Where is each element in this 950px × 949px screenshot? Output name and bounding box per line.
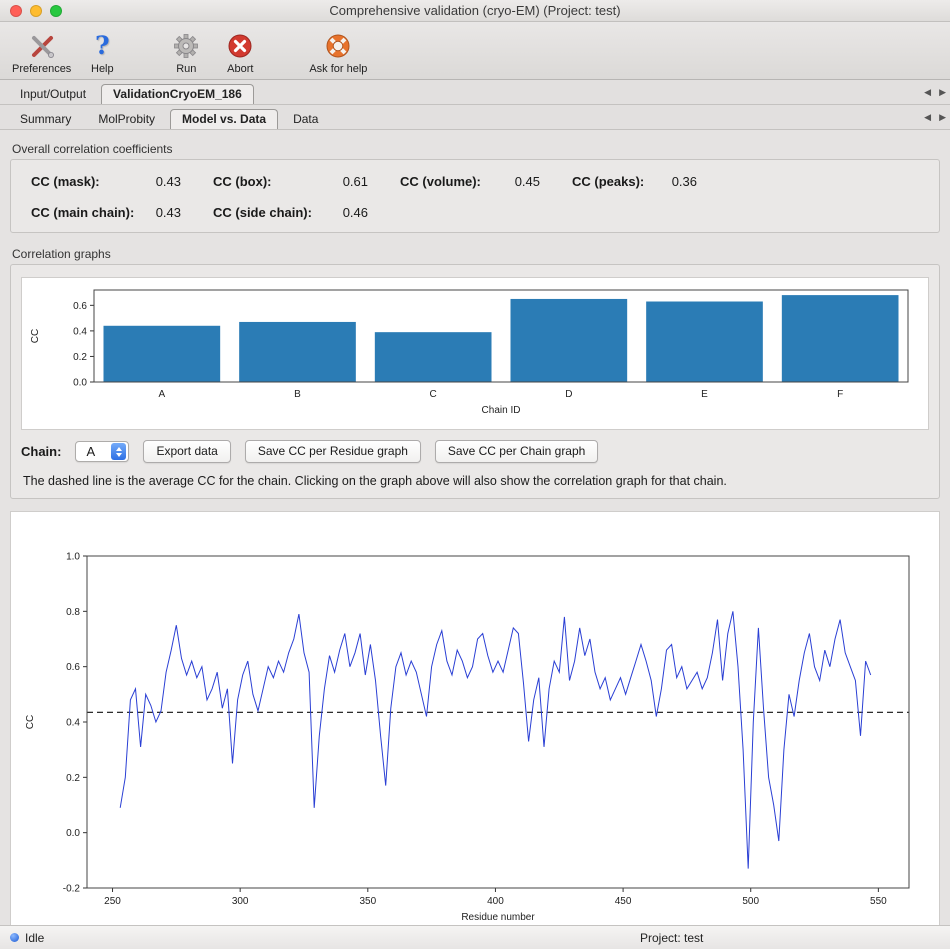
tab-data[interactable]: Data xyxy=(281,109,330,129)
coefficients-groupbox: CC (mask): 0.43 CC (box): 0.61 CC (volum… xyxy=(10,159,940,233)
secondary-tab-nav: ◀▶ xyxy=(924,112,946,123)
save-cc-residue-graph-button[interactable]: Save CC per Residue graph xyxy=(245,440,421,463)
cc-main-chain: CC (main chain): 0.43 xyxy=(31,205,181,220)
graphs-section-title: Correlation graphs xyxy=(12,247,938,261)
run-button[interactable]: Run xyxy=(159,31,213,75)
cc-per-chain-chart-panel: 0.0 0.2 0.4 0.6 A B C D E F Chain ID CC xyxy=(21,277,929,430)
cc-volume: CC (volume): 0.45 xyxy=(400,174,540,189)
status-bar: Idle Project: test xyxy=(0,925,950,949)
toolbar-item-label: Ask for help xyxy=(309,63,367,75)
chain-controls: Chain: A Export data Save CC per Residue… xyxy=(21,440,929,463)
title-bar: Comprehensive validation (cryo-EM) (Proj… xyxy=(0,0,950,22)
svg-text:Residue number: Residue number xyxy=(461,912,535,923)
project-label: Project: test xyxy=(640,931,703,945)
lifebuoy-icon xyxy=(324,31,352,61)
cc-mask: CC (mask): 0.43 xyxy=(31,174,181,189)
minimize-window-button[interactable] xyxy=(30,5,42,17)
preferences-tools-icon xyxy=(28,31,56,61)
svg-text:1.0: 1.0 xyxy=(66,552,80,563)
chain-select-value: A xyxy=(86,444,95,459)
tab-summary[interactable]: Summary xyxy=(8,109,83,129)
status-text: Idle xyxy=(25,931,44,945)
zoom-window-button[interactable] xyxy=(50,5,62,17)
tab-model-vs-data[interactable]: Model vs. Data xyxy=(170,109,278,129)
tab-scroll-left-icon[interactable]: ◀ xyxy=(924,112,931,123)
dashed-line-note: The dashed line is the average CC for th… xyxy=(23,474,927,488)
window-title: Comprehensive validation (cryo-EM) (Proj… xyxy=(329,3,620,18)
export-data-button[interactable]: Export data xyxy=(143,440,230,463)
svg-text:350: 350 xyxy=(359,896,376,907)
svg-text:300: 300 xyxy=(232,896,249,907)
primary-tab-nav: ◀▶ xyxy=(924,87,946,98)
svg-text:0.2: 0.2 xyxy=(66,773,80,784)
app-window: { "window": { "title": "Comprehensive va… xyxy=(0,0,950,949)
svg-text:0.6: 0.6 xyxy=(73,301,87,312)
toolbar: Preferences ? Help Run xyxy=(0,22,950,80)
svg-text:0.4: 0.4 xyxy=(73,326,87,337)
tab-molprobity[interactable]: MolProbity xyxy=(86,109,167,129)
svg-text:CC: CC xyxy=(25,715,36,729)
cc-side-chain: CC (side chain): 0.46 xyxy=(213,205,368,220)
svg-text:A: A xyxy=(158,389,165,400)
select-stepper-icon xyxy=(111,443,126,460)
svg-text:-0.2: -0.2 xyxy=(63,884,81,895)
tab-scroll-left-icon[interactable]: ◀ xyxy=(924,87,931,98)
svg-text:0.8: 0.8 xyxy=(66,607,80,618)
help-question-icon: ? xyxy=(95,31,110,61)
toolbar-item-label: Help xyxy=(91,63,114,75)
svg-text:0.0: 0.0 xyxy=(66,828,80,839)
close-window-button[interactable] xyxy=(10,5,22,17)
toolbar-item-label: Preferences xyxy=(12,63,71,75)
svg-text:0.0: 0.0 xyxy=(73,378,87,389)
toolbar-item-label: Run xyxy=(176,63,196,75)
svg-text:0.6: 0.6 xyxy=(66,662,80,673)
preferences-button[interactable]: Preferences xyxy=(8,31,75,75)
svg-text:250: 250 xyxy=(104,896,121,907)
cc-per-residue-line-chart: -0.2 0.0 0.2 0.4 0.6 0.8 1.0 250 300 350 400 450 500… xyxy=(11,512,937,932)
svg-text:550: 550 xyxy=(870,896,887,907)
tab-input-output[interactable]: Input/Output xyxy=(8,84,98,104)
secondary-tab-bar: Summary MolProbity Model vs. Data Data ◀… xyxy=(0,105,950,130)
svg-text:E: E xyxy=(701,389,708,400)
save-cc-chain-graph-button[interactable]: Save CC per Chain graph xyxy=(435,440,598,463)
cc-box: CC (box): 0.61 xyxy=(213,174,368,189)
svg-text:F: F xyxy=(837,389,843,400)
svg-text:450: 450 xyxy=(615,896,632,907)
graphs-groupbox: 0.0 0.2 0.4 0.6 A B C D E F Chain ID CC Chain: A Ex… xyxy=(10,264,940,499)
tab-validation-cryoem[interactable]: ValidationCryoEM_186 xyxy=(101,84,254,104)
status-dot-icon xyxy=(10,933,19,942)
main-content: Overall correlation coefficients CC (mas… xyxy=(0,130,950,936)
svg-text:400: 400 xyxy=(487,896,504,907)
toolbar-item-label: Abort xyxy=(227,63,253,75)
run-gear-icon xyxy=(173,31,199,61)
cc-peaks: CC (peaks): 0.36 xyxy=(572,174,697,189)
cc-per-chain-bar-chart[interactable]: 0.0 0.2 0.4 0.6 A B C D E F Chain ID CC xyxy=(22,278,928,426)
svg-text:500: 500 xyxy=(742,896,759,907)
coefficients-grid: CC (mask): 0.43 CC (box): 0.61 CC (volum… xyxy=(21,170,929,222)
abort-x-icon xyxy=(227,31,253,61)
cc-per-residue-chart-panel: -0.2 0.0 0.2 0.4 0.6 0.8 1.0 250 300 350 400 450 500… xyxy=(10,511,940,936)
ask-for-help-button[interactable]: Ask for help xyxy=(305,31,371,75)
chain-label: Chain: xyxy=(21,444,61,459)
svg-text:CC: CC xyxy=(30,329,41,343)
traffic-lights xyxy=(10,5,62,17)
svg-text:B: B xyxy=(294,389,301,400)
abort-button[interactable]: Abort xyxy=(213,31,267,75)
svg-text:C: C xyxy=(430,389,437,400)
svg-text:0.2: 0.2 xyxy=(73,352,87,363)
svg-text:D: D xyxy=(565,389,572,400)
coefficients-section-title: Overall correlation coefficients xyxy=(12,142,938,156)
tab-scroll-right-icon[interactable]: ▶ xyxy=(939,87,946,98)
svg-text:0.4: 0.4 xyxy=(66,718,80,729)
chain-select[interactable]: A xyxy=(75,441,129,462)
svg-text:Chain ID: Chain ID xyxy=(482,405,521,416)
primary-tab-bar: Input/Output ValidationCryoEM_186 ◀▶ xyxy=(0,80,950,105)
help-button[interactable]: ? Help xyxy=(75,31,129,75)
tab-scroll-right-icon[interactable]: ▶ xyxy=(939,112,946,123)
